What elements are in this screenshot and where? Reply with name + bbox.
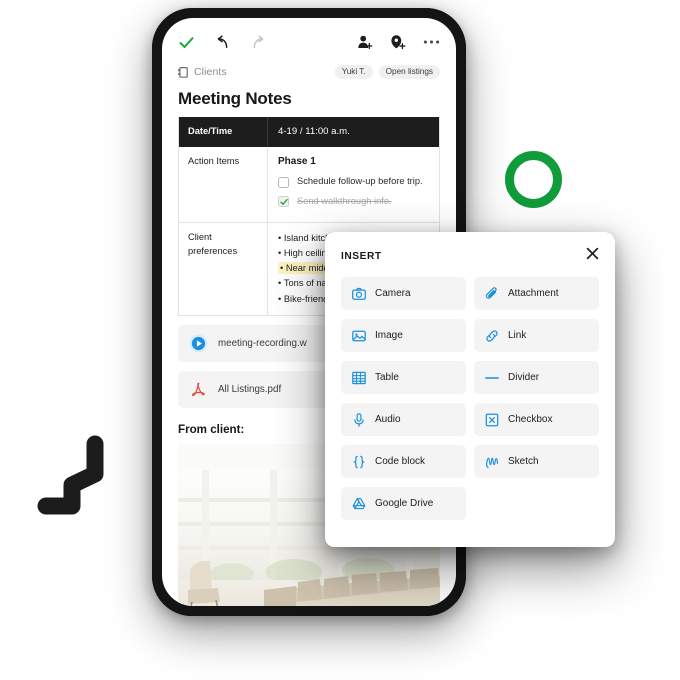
green-ring-decoration	[505, 151, 562, 208]
insert-option-label: Audio	[375, 414, 401, 425]
insert-option-label: Camera	[375, 288, 411, 299]
close-icon[interactable]	[586, 247, 599, 265]
checklist-item[interactable]: Schedule follow-up before trip.	[278, 175, 429, 188]
insert-option-image[interactable]: Image	[341, 319, 466, 352]
insert-option-label: Checkbox	[508, 414, 553, 425]
phase-label: Phase 1	[278, 155, 316, 167]
attachment-name: All Listings.pdf	[218, 383, 282, 395]
insert-option-label: Attachment	[508, 288, 559, 299]
insert-option-divider[interactable]: Divider	[474, 361, 599, 394]
image-icon	[352, 329, 366, 343]
paperclip-icon	[485, 286, 499, 301]
table-row-header: Date/Time 4-19 / 11:00 a.m.	[179, 117, 439, 147]
chip-user[interactable]: Yuki T.	[334, 64, 373, 79]
insert-option-code-block[interactable]: Code block	[341, 445, 466, 478]
link-icon	[485, 329, 499, 343]
pdf-icon	[191, 382, 205, 396]
insert-panel-title: INSERT	[341, 250, 382, 262]
microphone-icon	[352, 412, 366, 427]
camera-icon	[352, 287, 366, 301]
more-options-icon[interactable]	[423, 39, 440, 45]
insert-option-label: Divider	[508, 372, 540, 383]
breadcrumb-label[interactable]: Clients	[194, 66, 227, 78]
insert-option-google-drive[interactable]: Google Drive	[341, 487, 466, 520]
play-circle-icon	[189, 334, 208, 353]
insert-option-table[interactable]: Table	[341, 361, 466, 394]
row-label-client-preferences: Client preferences	[188, 232, 238, 256]
table-row-action-items: Action Items Phase 1 Schedule follow-up …	[179, 146, 439, 223]
checklist-label: Schedule follow-up before trip.	[297, 176, 423, 187]
insert-option-label: Link	[508, 330, 527, 341]
table-icon	[352, 371, 366, 385]
insert-option-link[interactable]: Link	[474, 319, 599, 352]
list-item-text: Tons of na	[283, 278, 327, 289]
row-content-action-items: Phase 1 Schedule follow-up before trip.	[267, 146, 439, 223]
list-item-text: Bike-friend	[283, 293, 329, 304]
checklist-label-done: Send walkthrough info.	[297, 195, 392, 206]
insert-panel: INSERT Camera Attachment Image Link Tabl…	[325, 232, 615, 547]
insert-panel-header: INSERT	[341, 246, 599, 266]
insert-option-audio[interactable]: Audio	[341, 403, 466, 436]
add-person-icon[interactable]	[357, 34, 373, 50]
checkbox-x-icon	[485, 413, 499, 427]
checkbox-unchecked-icon[interactable]	[278, 176, 289, 188]
scene: Clients Yuki T. Open listings Meeting No…	[0, 0, 680, 680]
insert-option-label: Google Drive	[375, 498, 434, 509]
sketch-icon	[485, 455, 499, 469]
insert-option-label: Code block	[375, 456, 426, 467]
insert-option-label: Table	[375, 372, 399, 383]
row-label-action-items: Action Items	[188, 155, 240, 166]
checklist-item[interactable]: Send walkthrough info.	[278, 195, 429, 208]
redo-icon[interactable]	[250, 34, 267, 51]
toolbar-right-group	[357, 34, 440, 50]
chip-open-listings[interactable]: Open listings	[378, 64, 440, 79]
google-drive-icon	[352, 497, 366, 511]
insert-options-grid: Camera Attachment Image Link Table Divid…	[341, 277, 599, 520]
checkbox-checked-icon[interactable]	[278, 196, 289, 208]
toolbar-left-group	[178, 34, 267, 51]
insert-option-sketch[interactable]: Sketch	[474, 445, 599, 478]
table-header-value: 4-19 / 11:00 a.m.	[267, 117, 439, 147]
attachment-name: meeting-recording.w	[218, 337, 307, 349]
undo-icon[interactable]	[214, 34, 231, 51]
check-icon[interactable]	[178, 34, 195, 51]
chip-group: Yuki T. Open listings	[334, 64, 440, 79]
insert-option-camera[interactable]: Camera	[341, 277, 466, 310]
insert-option-checkbox[interactable]: Checkbox	[474, 403, 599, 436]
notebook-icon	[178, 66, 188, 78]
table-header-key: Date/Time	[188, 126, 233, 136]
breadcrumb: Clients Yuki T. Open listings	[162, 60, 456, 80]
page-title: Meeting Notes	[178, 89, 292, 108]
code-braces-icon	[352, 455, 366, 469]
divider-icon	[485, 371, 499, 385]
app-toolbar	[162, 18, 456, 60]
list-item-text: High ceilin	[283, 248, 327, 259]
zigzag-decoration	[37, 435, 104, 515]
insert-option-label: Image	[375, 330, 403, 341]
insert-option-label: Sketch	[508, 456, 539, 467]
list-item-text: Near midd	[285, 263, 329, 274]
add-tag-icon[interactable]	[390, 34, 406, 50]
insert-option-attachment[interactable]: Attachment	[474, 277, 599, 310]
